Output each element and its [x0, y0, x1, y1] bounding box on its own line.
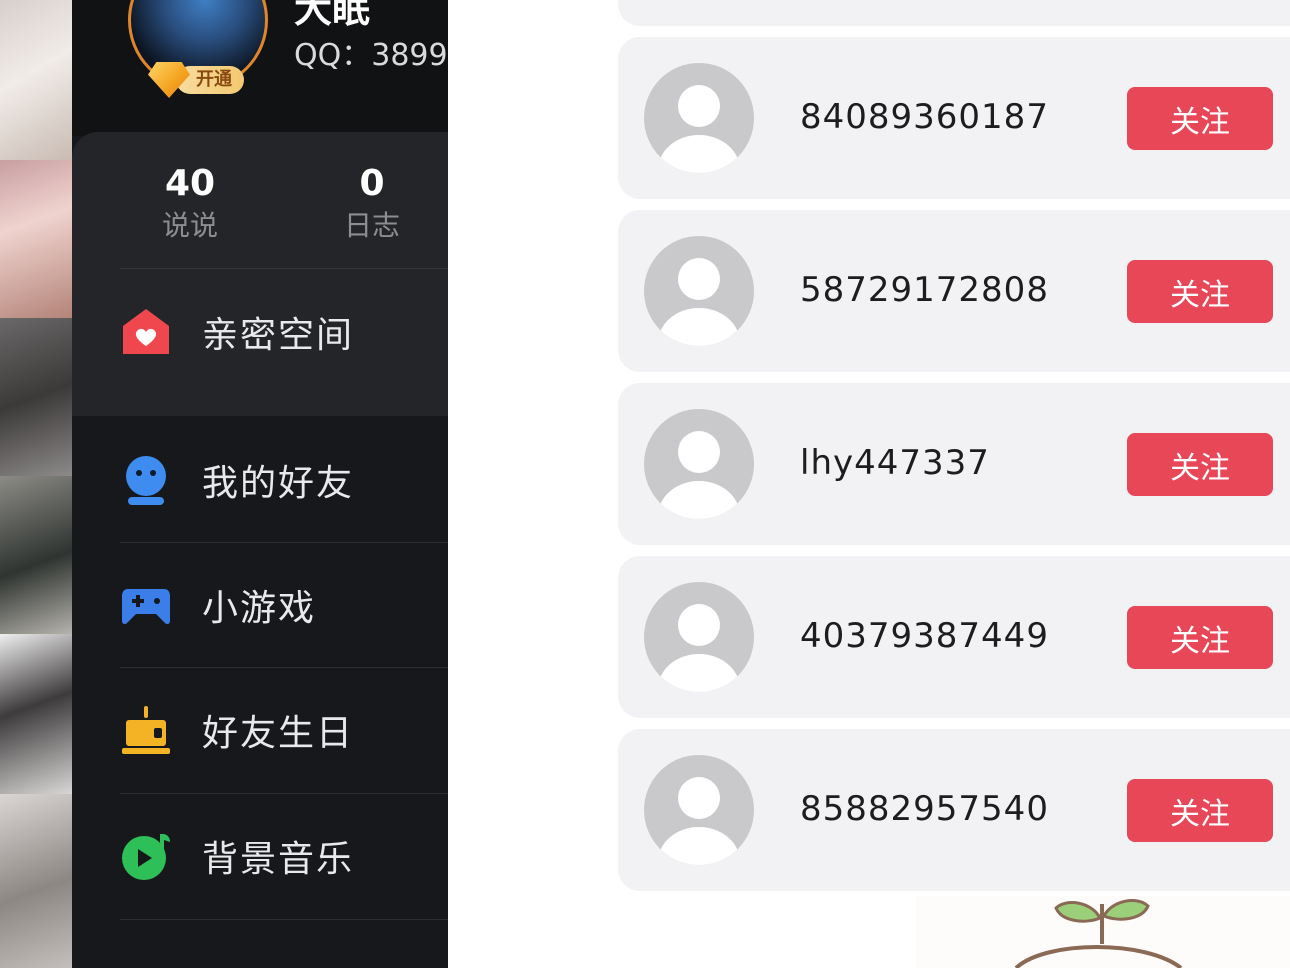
vip-badge[interactable]: 开通: [148, 62, 256, 98]
music-disc-icon: [122, 834, 170, 880]
follow-button[interactable]: 关注: [1127, 260, 1273, 323]
menu-item-intimate-space[interactable]: 亲密空间: [72, 270, 448, 394]
default-avatar-icon: [644, 409, 754, 519]
intimate-home-icon: [123, 309, 169, 354]
stats-panel: 40 说说 0 日志 亲密空间: [72, 132, 448, 416]
follow-button[interactable]: 关注: [1127, 433, 1273, 496]
photo-thumbnail[interactable]: [0, 634, 72, 794]
divider: [120, 268, 448, 269]
follow-button[interactable]: 关注: [1127, 606, 1273, 669]
stat-blogs[interactable]: 0 日志: [302, 162, 442, 246]
stat-label: 日志: [343, 209, 400, 242]
menu-label: 我的好友: [202, 463, 355, 504]
friend-card[interactable]: lhy447337 关注: [618, 383, 1290, 545]
menu-label: 好友生日: [202, 713, 355, 754]
birthday-cake-icon: [122, 706, 170, 754]
menu-label: 亲密空间: [202, 315, 355, 356]
sprout-icon: [1014, 899, 1183, 968]
friend-name: 58729172808: [800, 270, 1049, 310]
friend-card: [618, 0, 1290, 26]
default-avatar-icon: [644, 582, 754, 692]
friend-card[interactable]: 40379387449 关注: [618, 556, 1290, 718]
follow-button[interactable]: 关注: [1127, 87, 1273, 150]
stat-label: 说说: [161, 209, 218, 242]
sprout-illustration: [916, 896, 1290, 968]
friend-name: lhy447337: [800, 443, 990, 483]
default-avatar-icon: [644, 63, 754, 173]
stat-posts[interactable]: 40 说说: [120, 162, 260, 246]
photo-thumbnail[interactable]: [0, 318, 72, 476]
stat-value: 40: [164, 163, 216, 204]
default-avatar-icon: [644, 236, 754, 346]
photo-thumbnail[interactable]: [0, 476, 72, 634]
menu-item-mini-games[interactable]: 小游戏: [72, 543, 448, 667]
menu-label: 背景音乐: [202, 839, 355, 880]
stat-value: 0: [359, 163, 385, 204]
menu-item-background-music[interactable]: 背景音乐: [72, 794, 448, 918]
user-qq-number: QQ：3899: [294, 38, 448, 73]
friend-face-icon: [126, 456, 166, 505]
friend-name: 84089360187: [800, 97, 1049, 137]
gamepad-icon: [122, 589, 170, 625]
default-avatar-icon: [644, 755, 754, 865]
friend-name: 85882957540: [800, 789, 1049, 829]
menu-label: 小游戏: [202, 588, 317, 629]
friend-card[interactable]: 58729172808 关注: [618, 210, 1290, 372]
friend-card[interactable]: 85882957540 关注: [618, 729, 1290, 891]
photo-thumbnail[interactable]: [0, 0, 72, 160]
photo-thumbnail[interactable]: [0, 160, 72, 318]
photo-thumbnail[interactable]: [0, 794, 72, 968]
menu-item-my-friends[interactable]: 我的好友: [72, 418, 448, 542]
user-name: 大眠: [294, 0, 371, 31]
menu-item-friend-birthday[interactable]: 好友生日: [72, 668, 448, 792]
side-drawer: 开通 大眠 QQ：3899 40 说说 0 日志 亲密空间 我的好友 小游戏 好…: [72, 0, 448, 968]
profile-header: 开通 大眠 QQ：3899: [72, 0, 448, 136]
divider: [120, 919, 448, 920]
friend-name: 40379387449: [800, 616, 1049, 656]
photo-strip: [0, 0, 72, 968]
friend-card[interactable]: 84089360187 关注: [618, 37, 1290, 199]
follow-button[interactable]: 关注: [1127, 779, 1273, 842]
